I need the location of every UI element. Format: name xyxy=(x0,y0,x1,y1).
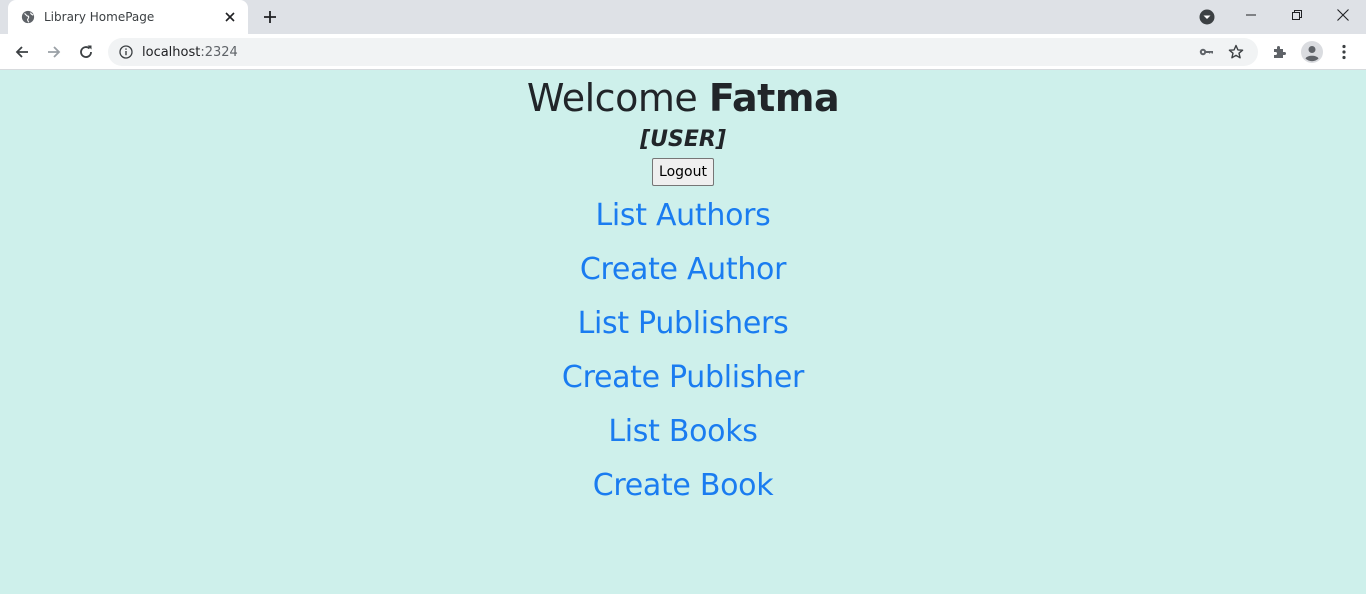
user-name: Fatma xyxy=(708,76,840,120)
star-icon[interactable] xyxy=(1224,40,1248,64)
welcome-heading: Welcome Fatma xyxy=(0,75,1366,121)
arrow-right-icon[interactable] xyxy=(40,38,68,66)
avatar-icon[interactable] xyxy=(1300,40,1324,64)
address-bar[interactable]: localhost:2324 xyxy=(108,38,1258,66)
browser-toolbar: localhost:2324 xyxy=(0,34,1366,70)
kebab-menu-icon[interactable] xyxy=(1332,40,1356,64)
plus-icon[interactable] xyxy=(258,6,282,28)
restore-icon[interactable] xyxy=(1274,0,1320,30)
list-authors-link[interactable]: List Authors xyxy=(595,192,770,246)
nav-links: List Authors Create Author List Publishe… xyxy=(0,192,1366,516)
tab-title: Library HomePage xyxy=(44,10,155,24)
minimize-icon[interactable] xyxy=(1228,0,1274,30)
window-close-icon[interactable] xyxy=(1320,0,1366,30)
key-icon[interactable] xyxy=(1194,40,1218,64)
page-content: Welcome Fatma [USER] Logout List Authors… xyxy=(0,71,1366,594)
logout-form: Logout xyxy=(0,158,1366,186)
browser-tabstrip: Library HomePage xyxy=(0,0,1366,34)
reload-icon[interactable] xyxy=(72,38,100,66)
create-author-link[interactable]: Create Author xyxy=(580,246,787,300)
globe-icon xyxy=(20,9,36,25)
url-host: localhost xyxy=(142,44,201,60)
browser-tab[interactable]: Library HomePage xyxy=(8,0,248,34)
list-publishers-link[interactable]: List Publishers xyxy=(578,300,789,354)
url-text[interactable]: localhost:2324 xyxy=(142,45,1188,60)
chevron-down-circle-icon[interactable] xyxy=(1196,6,1218,28)
welcome-prefix: Welcome xyxy=(526,76,698,120)
user-role: [USER] xyxy=(640,127,726,152)
info-icon[interactable] xyxy=(118,44,134,60)
close-icon[interactable] xyxy=(222,9,238,25)
list-books-link[interactable]: List Books xyxy=(608,408,758,462)
arrow-left-icon[interactable] xyxy=(8,38,36,66)
puzzle-icon[interactable] xyxy=(1268,40,1292,64)
logout-button[interactable]: Logout xyxy=(652,158,714,186)
create-book-link[interactable]: Create Book xyxy=(593,462,774,516)
create-publisher-link[interactable]: Create Publisher xyxy=(562,354,804,408)
url-port: :2324 xyxy=(200,44,238,60)
